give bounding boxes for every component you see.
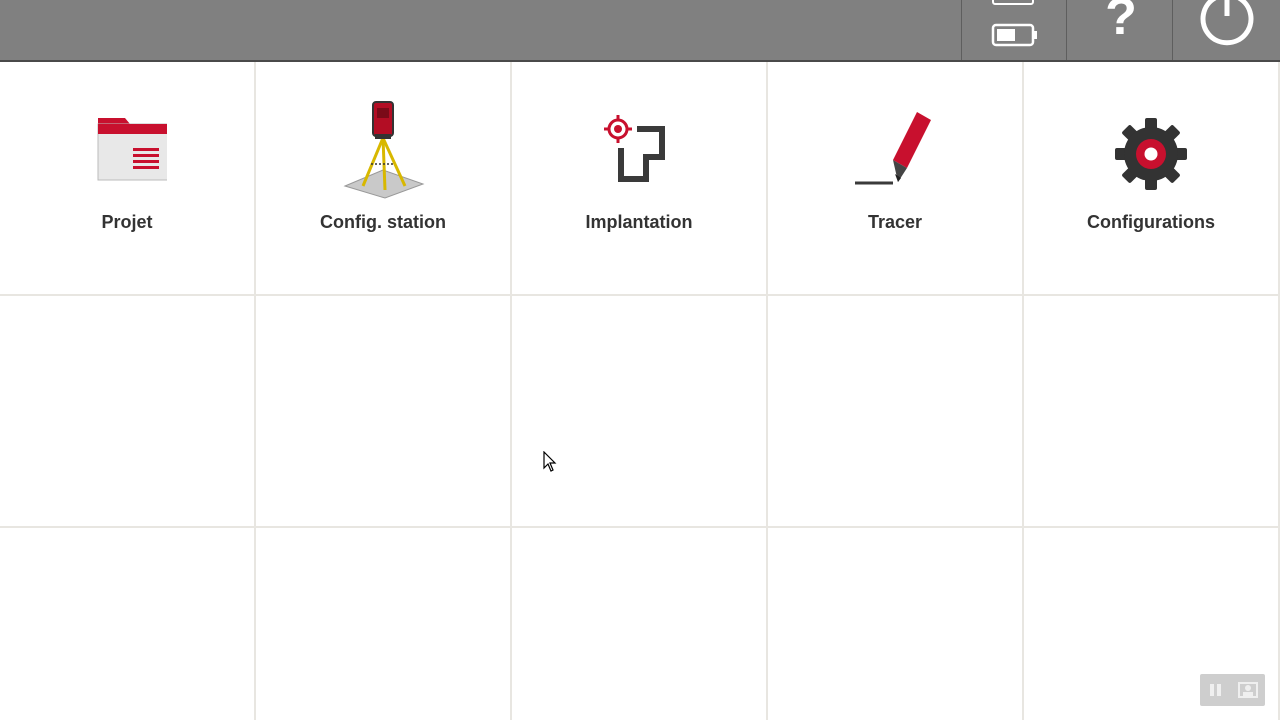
empty-tile bbox=[768, 528, 1024, 720]
empty-tile bbox=[0, 528, 256, 720]
svg-text:?: ? bbox=[1105, 0, 1137, 46]
empty-tile bbox=[768, 296, 1024, 528]
help-button[interactable]: ? bbox=[1066, 0, 1173, 60]
stakeout-target-icon bbox=[604, 115, 665, 182]
power-icon bbox=[1200, 0, 1254, 46]
total-station-tripod-icon bbox=[343, 101, 425, 199]
tile-label: Config. station bbox=[320, 212, 446, 232]
tile-implantation[interactable]: Implantation bbox=[512, 62, 768, 296]
tile-config-station[interactable]: Config. station bbox=[256, 62, 512, 296]
app-grid: Projet Config. station Implantation Trac… bbox=[0, 62, 1280, 720]
tile-label: Tracer bbox=[867, 212, 923, 232]
top-bar: ? bbox=[0, 0, 1280, 62]
tile-label: Implantation bbox=[585, 212, 693, 232]
empty-tile bbox=[512, 296, 768, 528]
tile-label: Projet bbox=[101, 212, 153, 232]
empty-tile bbox=[1024, 296, 1280, 528]
battery-icon bbox=[991, 0, 1037, 47]
tile-label: Configurations bbox=[1087, 212, 1215, 232]
empty-tile bbox=[256, 296, 512, 528]
pause-icon bbox=[1210, 682, 1258, 698]
power-button[interactable] bbox=[1172, 0, 1280, 60]
empty-tile bbox=[512, 528, 768, 720]
status-area[interactable] bbox=[961, 0, 1066, 60]
question-mark-icon: ? bbox=[1105, 0, 1137, 46]
recording-controls[interactable] bbox=[1200, 674, 1265, 706]
tile-tracer[interactable]: Tracer bbox=[768, 62, 1024, 296]
pen-icon bbox=[855, 112, 931, 185]
empty-tile bbox=[0, 296, 256, 528]
tile-projet[interactable]: Projet bbox=[0, 62, 256, 296]
empty-tile bbox=[256, 528, 512, 720]
mouse-cursor-icon bbox=[543, 451, 557, 472]
folder-icon bbox=[97, 118, 167, 181]
gear-icon bbox=[1115, 118, 1187, 190]
tile-configurations[interactable]: Configurations bbox=[1024, 62, 1280, 296]
